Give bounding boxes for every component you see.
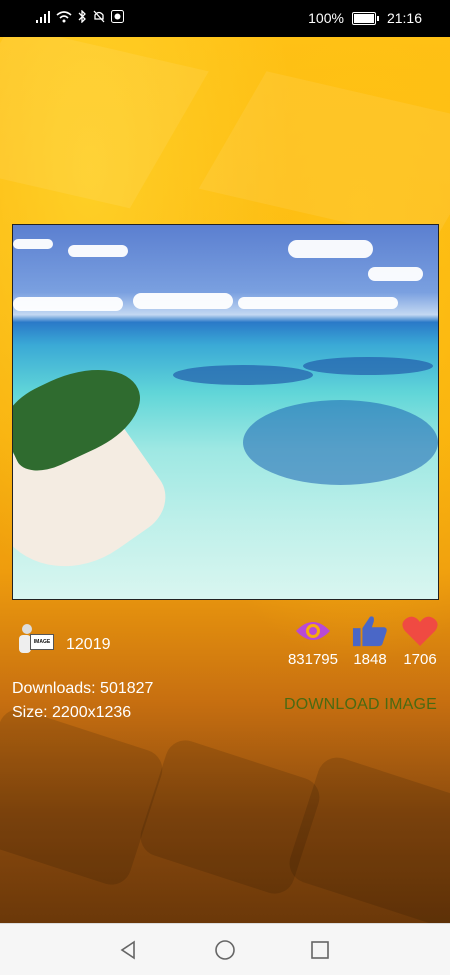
favorites-count: 1706 bbox=[403, 651, 437, 668]
battery-tip bbox=[376, 15, 379, 21]
recent-square-icon[interactable] bbox=[306, 936, 334, 964]
status-icons-right: 100% 21:16 bbox=[308, 10, 422, 26]
eye-icon bbox=[295, 615, 331, 647]
likes-stat[interactable]: 1848 bbox=[352, 615, 388, 668]
author-id[interactable]: 12019 bbox=[66, 636, 111, 654]
reef bbox=[303, 357, 433, 375]
cloud bbox=[13, 239, 53, 249]
background-facet bbox=[284, 752, 450, 923]
mute-bell-icon bbox=[93, 10, 105, 23]
cloud bbox=[238, 297, 398, 309]
avatar-sign: IMAGE bbox=[30, 634, 54, 650]
views-count: 831795 bbox=[287, 651, 338, 668]
background-facet bbox=[0, 37, 209, 209]
battery-icon bbox=[351, 11, 376, 25]
wifi-icon bbox=[56, 10, 72, 22]
likes-count: 1848 bbox=[353, 651, 387, 668]
thumbs-up-icon bbox=[352, 615, 388, 647]
app-notification-icon bbox=[111, 10, 124, 23]
cloud bbox=[133, 293, 233, 309]
cloud bbox=[13, 297, 123, 311]
favorites-stat[interactable]: 1706 bbox=[402, 615, 438, 668]
background-facet bbox=[198, 71, 450, 243]
reef bbox=[173, 365, 313, 385]
battery-percent: 100% bbox=[308, 10, 344, 26]
back-triangle-icon[interactable] bbox=[114, 936, 142, 964]
wallpaper-detail-screen: IMAGE 12019 Downloads: 501827 Size: 2200… bbox=[0, 37, 450, 923]
download-image-button[interactable]: DOWNLOAD IMAGE bbox=[284, 696, 437, 714]
views-stat[interactable]: 831795 bbox=[288, 615, 338, 668]
background-facet bbox=[0, 704, 168, 890]
navigation-bar bbox=[0, 923, 450, 975]
deep-water bbox=[243, 400, 438, 485]
avatar-head bbox=[22, 624, 32, 634]
bluetooth-icon bbox=[78, 10, 86, 23]
image-size: Size: 2200x1236 bbox=[12, 704, 132, 721]
image-stats: 831795 1848 1706 bbox=[288, 615, 438, 668]
cloud bbox=[68, 245, 128, 257]
status-bar: 100% 21:16 bbox=[0, 0, 450, 37]
status-icons-left bbox=[36, 10, 124, 23]
signal-icon bbox=[36, 10, 50, 23]
author-avatar[interactable]: IMAGE bbox=[16, 622, 54, 662]
cloud bbox=[368, 267, 423, 281]
clock: 21:16 bbox=[386, 10, 422, 26]
wallpaper-image[interactable] bbox=[12, 224, 439, 600]
home-circle-icon[interactable] bbox=[211, 936, 239, 964]
downloads-count: Downloads: 501827 bbox=[12, 680, 154, 697]
cloud bbox=[288, 240, 373, 258]
heart-icon bbox=[402, 615, 438, 647]
